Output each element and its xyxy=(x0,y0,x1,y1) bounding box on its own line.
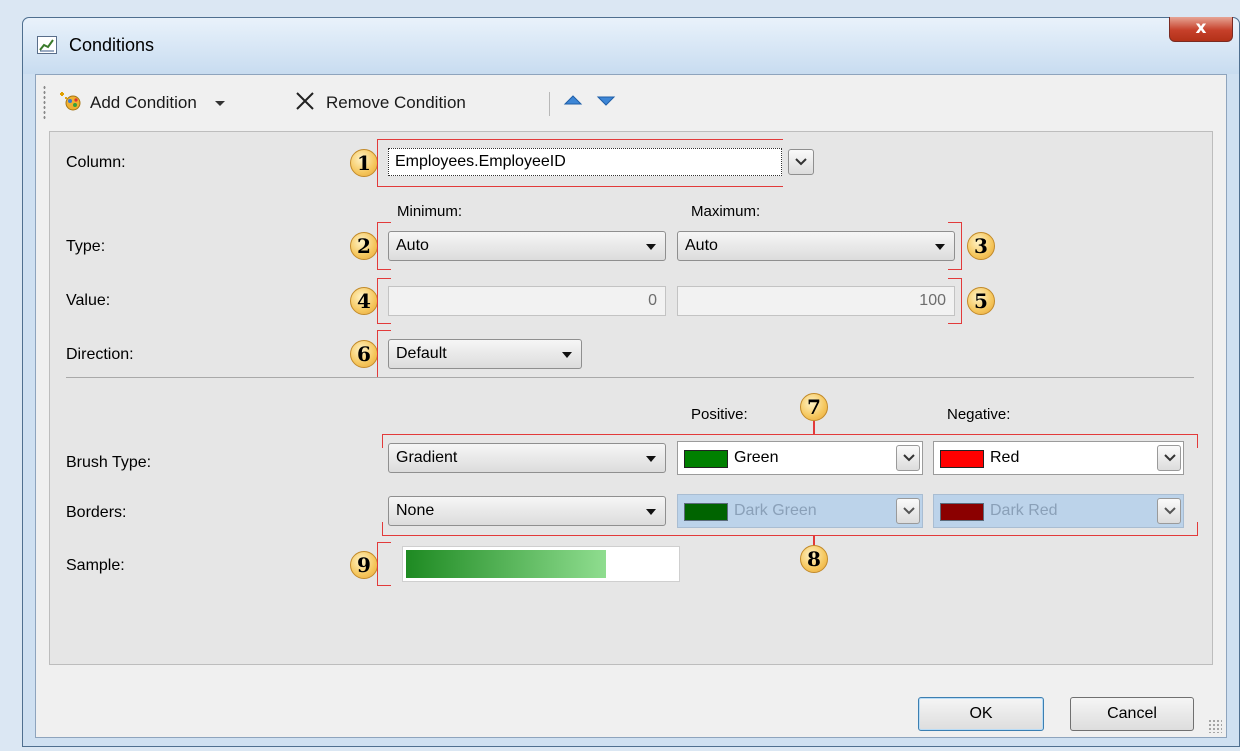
chevron-down-icon xyxy=(795,158,807,166)
column-dropdown-button[interactable] xyxy=(788,149,814,175)
add-condition-button[interactable]: Add Condition xyxy=(58,89,225,117)
callout-6: 6 xyxy=(350,340,378,368)
negative-color-label: Red xyxy=(990,449,1020,466)
negative-label: Negative: xyxy=(947,406,1011,423)
value-maximum-input[interactable]: 100 xyxy=(677,286,955,316)
positive-border-label: Dark Green xyxy=(734,502,817,519)
column-label: Column: xyxy=(66,154,126,171)
direction-label: Direction: xyxy=(66,346,134,363)
dark-red-swatch xyxy=(940,503,984,521)
dialog-client: Add Condition Remove Condition Column: 1… xyxy=(35,74,1227,738)
column-field[interactable]: Employees.EmployeeID xyxy=(388,148,782,176)
cancel-button[interactable]: Cancel xyxy=(1070,697,1194,731)
dropdown-arrow-icon xyxy=(646,509,656,515)
sample-preview xyxy=(402,546,680,582)
toolbar: Add Condition Remove Condition xyxy=(36,75,1226,131)
condition-panel: Column: 1 Employees.EmployeeID Minimum: … xyxy=(49,131,1213,665)
negative-border-dropdown xyxy=(1157,498,1181,524)
close-x-icon xyxy=(294,90,316,117)
arrow-down-icon xyxy=(596,93,616,114)
red-swatch xyxy=(940,450,984,468)
green-swatch xyxy=(684,450,728,468)
positive-color-picker[interactable]: Green xyxy=(677,441,923,475)
toolbar-grip[interactable] xyxy=(43,85,46,121)
toolbar-separator xyxy=(549,92,550,116)
brush-type-select[interactable]: Gradient xyxy=(388,443,666,473)
conditions-dialog: Conditions x Add Condition Remove Condit… xyxy=(22,17,1240,747)
sample-bar xyxy=(406,550,606,578)
positive-color-label: Green xyxy=(734,449,779,466)
callout-8: 8 xyxy=(800,545,828,573)
positive-border-dropdown xyxy=(896,498,920,524)
callout-3-bracket xyxy=(948,222,962,270)
callout-8-bracket xyxy=(382,522,1198,536)
dropdown-arrow-icon xyxy=(646,244,656,250)
type-minimum-select[interactable]: Auto xyxy=(388,231,666,261)
maximum-label: Maximum: xyxy=(691,203,761,220)
dropdown-arrow-icon[interactable] xyxy=(214,100,225,106)
chevron-down-icon xyxy=(903,454,915,462)
brush-type-label: Brush Type: xyxy=(66,454,152,471)
chevron-down-icon xyxy=(903,507,915,515)
direction-value: Default xyxy=(396,345,447,362)
borders-value: None xyxy=(396,502,435,519)
callout-5-bracket xyxy=(948,278,962,324)
section-divider xyxy=(66,377,1194,378)
remove-condition-button[interactable]: Remove Condition xyxy=(294,89,466,117)
dark-green-swatch xyxy=(684,503,728,521)
negative-color-picker[interactable]: Red xyxy=(933,441,1184,475)
callout-3: 3 xyxy=(967,232,995,260)
negative-border-label: Dark Red xyxy=(990,502,1058,519)
positive-color-dropdown[interactable] xyxy=(896,445,920,471)
add-condition-label: Add Condition xyxy=(90,93,197,112)
positive-label: Positive: xyxy=(691,406,748,423)
move-down-button[interactable] xyxy=(596,89,616,117)
chart-icon xyxy=(37,36,57,54)
type-label: Type: xyxy=(66,238,106,255)
dropdown-arrow-icon xyxy=(562,352,572,358)
type-minimum-value: Auto xyxy=(396,237,429,254)
callout-7: 7 xyxy=(800,393,828,421)
callout-9: 9 xyxy=(350,551,378,579)
callout-1: 1 xyxy=(350,149,378,177)
type-maximum-select[interactable]: Auto xyxy=(677,231,955,261)
callout-7-stem xyxy=(813,421,815,435)
brush-type-value: Gradient xyxy=(396,449,458,466)
type-maximum-value: Auto xyxy=(685,237,718,254)
arrow-up-icon xyxy=(563,93,583,114)
callout-4: 4 xyxy=(350,287,378,315)
callout-2: 2 xyxy=(350,232,378,260)
dropdown-arrow-icon xyxy=(646,456,656,462)
direction-select[interactable]: Default xyxy=(388,339,582,369)
resize-grip[interactable] xyxy=(1208,719,1222,733)
value-minimum-input[interactable]: 0 xyxy=(388,286,666,316)
chevron-down-icon xyxy=(1164,507,1176,515)
callout-5: 5 xyxy=(967,287,995,315)
window-title: Conditions xyxy=(69,35,155,55)
minimum-label: Minimum: xyxy=(397,203,463,220)
move-up-button[interactable] xyxy=(563,89,583,117)
value-label: Value: xyxy=(66,292,111,309)
remove-condition-label: Remove Condition xyxy=(326,93,466,112)
sample-label: Sample: xyxy=(66,557,125,574)
close-button[interactable]: x xyxy=(1169,17,1233,42)
chevron-down-icon xyxy=(1164,454,1176,462)
dropdown-arrow-icon xyxy=(935,244,945,250)
title-bar: Conditions x xyxy=(23,17,1239,74)
negative-color-dropdown[interactable] xyxy=(1157,445,1181,471)
borders-label: Borders: xyxy=(66,504,127,521)
ok-button[interactable]: OK xyxy=(918,697,1044,731)
add-condition-icon xyxy=(58,90,82,117)
close-icon: x xyxy=(1195,18,1207,38)
callout-9-bracket xyxy=(377,542,391,586)
